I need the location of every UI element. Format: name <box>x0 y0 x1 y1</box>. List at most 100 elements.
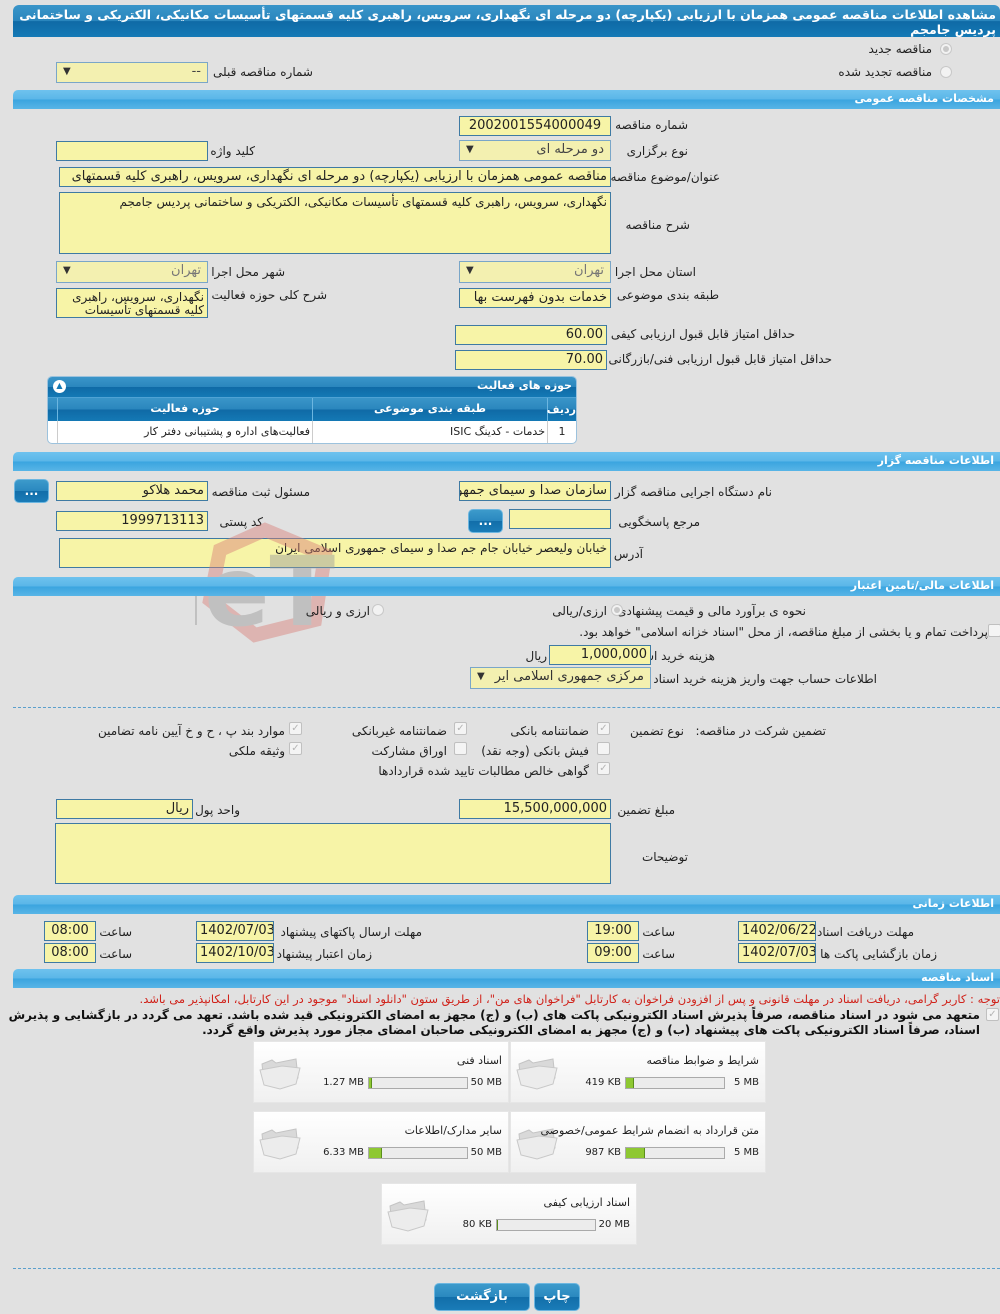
section-timing: اطلاعات زمانی <box>13 895 1000 914</box>
document-name: اسناد فنی <box>456 1054 502 1067</box>
description-label: شرح مناقصه <box>625 218 690 232</box>
reference-field[interactable] <box>509 509 611 529</box>
currency-field[interactable]: ریال <box>56 799 193 819</box>
opening-field[interactable]: 1402/07/03 <box>738 943 816 963</box>
cell-category: خدمات - کدینگ ISIC <box>312 421 547 443</box>
validity-field[interactable]: 1402/10/03 <box>196 943 274 963</box>
guarantee-bonds-checkbox[interactable] <box>454 742 467 755</box>
document-max-size: 50 MB <box>470 1147 502 1158</box>
chevron-down-icon: ▼ <box>477 671 485 682</box>
guarantee-title-label: تضمین شرکت در مناقصه: <box>695 724 826 738</box>
document-name: اسناد ارزیابی کیفی <box>543 1196 630 1209</box>
subject-field[interactable]: مناقصه عمومی همزمان با ارزیابی (یکپارچه)… <box>59 167 611 187</box>
treasury-checkbox[interactable] <box>988 624 1000 637</box>
postal-field[interactable]: 1999713113 <box>56 511 208 531</box>
cell-field: فعالیت‌های اداره و پشتیبانی دفتر کار <box>57 421 312 443</box>
document-size-bar <box>496 1219 596 1231</box>
doc-deadline-time-field[interactable]: 19:00 <box>587 921 639 941</box>
guarantee-nonbank-checkbox[interactable]: ✓ <box>454 722 467 735</box>
prev-number-value: -- <box>191 64 201 79</box>
table-row: 1 خدمات - کدینگ ISIC فعالیت‌های اداره و … <box>48 421 576 443</box>
category-field[interactable]: خدمات بدون فهرست بها <box>459 288 611 308</box>
tender-number-field[interactable]: 2002001554000049 <box>459 116 611 136</box>
folder-icon <box>259 1058 301 1090</box>
min-quality-field[interactable]: 60.00 <box>455 325 607 345</box>
estimate-rial-label: ارزی/ریالی <box>552 604 607 618</box>
min-tech-field[interactable]: 70.00 <box>455 350 607 370</box>
postal-label: کد پستی <box>219 515 264 529</box>
estimate-label: نحوه ی برآورد مالی و قیمت پیشنهادی <box>617 604 806 618</box>
province-value: تهران <box>574 263 604 278</box>
divider <box>13 707 1000 708</box>
doc-deadline-field[interactable]: 1402/06/22 <box>738 921 816 941</box>
estimate-fx-rial-radio[interactable] <box>372 604 384 616</box>
guarantee-clauses-checkbox[interactable]: ✓ <box>289 722 302 735</box>
org-name-label: نام دستگاه اجرایی مناقصه گزار <box>614 485 772 499</box>
validity-time-field[interactable]: 08:00 <box>44 943 96 963</box>
address-textarea[interactable]: خیابان ولیعصر خیابان جام جم صدا و سیمای … <box>59 538 611 568</box>
doc-deadline-label: مهلت دریافت اسناد <box>816 925 914 939</box>
validity-hour-label: ساعت <box>99 947 132 961</box>
city-select[interactable]: تهران ▼ <box>56 261 208 283</box>
new-tender-radio[interactable] <box>940 43 952 55</box>
reference-lookup-button[interactable]: ... <box>468 509 503 533</box>
holding-type-select[interactable]: دو مرحله ای ▼ <box>459 140 611 161</box>
guarantee-cash-checkbox[interactable] <box>597 742 610 755</box>
document-card[interactable]: اسناد فنی 50 MB 1.27 MB <box>253 1041 509 1103</box>
activity-desc-textarea[interactable]: نگهداری، سرویس، راهبری کلیه قسمتهای تأسی… <box>56 288 208 318</box>
account-label: اطلاعات حساب جهت واریز هزینه خرید اسناد <box>653 672 877 686</box>
guarantee-claims-checkbox[interactable]: ✓ <box>597 762 610 775</box>
document-size: 6.33 MB <box>323 1147 364 1158</box>
holding-type-label: نوع برگزاری <box>626 144 688 158</box>
back-button[interactable]: بازگشت <box>434 1283 530 1311</box>
opening-time-field[interactable]: 09:00 <box>587 943 639 963</box>
submit-deadline-hour-label: ساعت <box>99 925 132 939</box>
document-max-size: 5 MB <box>733 1077 759 1088</box>
document-card[interactable]: سایر مدارک/اطلاعات 50 MB 6.33 MB <box>253 1111 509 1173</box>
holding-type-value: دو مرحله ای <box>536 142 604 157</box>
divider <box>13 1268 1000 1269</box>
notes-textarea[interactable] <box>55 823 611 884</box>
column-row-index: ردیف <box>547 398 576 421</box>
document-max-size: 50 MB <box>470 1077 502 1088</box>
chevron-down-icon: ▼ <box>63 66 71 77</box>
estimate-rial-radio[interactable] <box>611 604 623 616</box>
guarantee-type-label: نوع تضمین <box>630 724 684 738</box>
document-size-fill <box>497 1220 498 1230</box>
prev-number-select[interactable]: -- ▼ <box>56 62 208 83</box>
guarantee-amount-field[interactable]: 15,500,000,000 <box>459 799 611 819</box>
doc-fee-unit: ریال <box>525 649 547 663</box>
prev-number-label: شماره مناقصه قبلی <box>213 65 313 79</box>
collapse-icon[interactable]: ▲ <box>53 380 66 393</box>
submit-deadline-field[interactable]: 1402/07/03 <box>196 921 274 941</box>
description-textarea[interactable]: نگهداری، سرویس، راهبری کلیه قسمتهای تأسی… <box>59 192 611 254</box>
account-select[interactable]: مرکزی جمهوری اسلامی ایر ▼ <box>470 667 651 689</box>
document-card[interactable]: شرایط و ضوابط مناقصه 5 MB 419 KB <box>510 1041 766 1103</box>
tender-number-label: شماره مناقصه <box>615 118 688 132</box>
chevron-down-icon: ▼ <box>63 265 71 276</box>
doc-fee-field[interactable]: 1,000,000 <box>549 645 651 665</box>
print-button[interactable]: چاپ <box>534 1283 580 1311</box>
section-documents: اسناد مناقصه <box>13 969 1000 988</box>
document-card[interactable]: متن قرارداد به انضمام شرایط عمومی/خصوصی 5… <box>510 1111 766 1173</box>
commitment-text: متعهد می شود در اسناد مناقصه، صرفاً پذیر… <box>8 1008 980 1037</box>
guarantee-property-checkbox[interactable]: ✓ <box>289 742 302 755</box>
guarantee-amount-label: مبلغ تضمین <box>617 803 675 817</box>
submit-deadline-time-field[interactable]: 08:00 <box>44 921 96 941</box>
renewed-tender-radio[interactable] <box>940 66 952 78</box>
opening-hour-label: ساعت <box>642 947 675 961</box>
province-select[interactable]: تهران ▼ <box>459 261 611 283</box>
guarantee-bank-checkbox[interactable]: ✓ <box>597 722 610 735</box>
guarantee-cash-label: فیش بانکی (وجه نقد) <box>481 744 589 758</box>
org-name-field[interactable]: سازمان صدا و سیمای جمهوری اسلامی ایران <box>459 481 611 501</box>
registrar-lookup-button[interactable]: ... <box>14 479 49 503</box>
registrar-field[interactable]: محمد هلاکو <box>56 481 208 501</box>
treasury-note: پرداخت تمام و یا بخشی از مبلغ مناقصه، از… <box>579 625 988 639</box>
keyword-field[interactable] <box>56 141 208 161</box>
guarantee-claims-label: گواهی خالص مطالبات تایید شده قراردادها <box>378 764 589 778</box>
document-card[interactable]: اسناد ارزیابی کیفی 20 MB 80 KB <box>381 1183 637 1245</box>
guarantee-bank-label: ضمانتنامه بانکی <box>510 724 589 738</box>
document-size-bar <box>368 1147 468 1159</box>
document-max-size: 5 MB <box>733 1147 759 1158</box>
column-category: طبقه بندی موضوعی <box>312 398 547 421</box>
